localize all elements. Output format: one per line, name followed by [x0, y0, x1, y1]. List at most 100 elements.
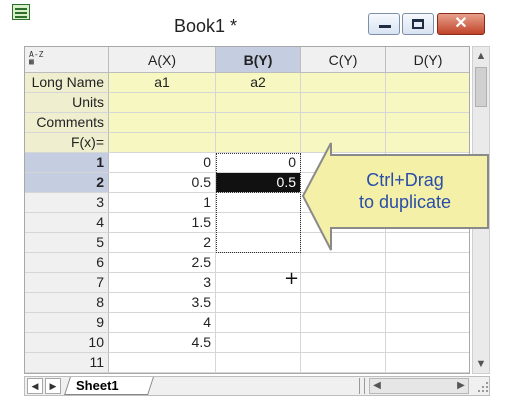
meta-cell[interactable] — [109, 113, 216, 133]
data-cell[interactable] — [216, 193, 301, 213]
data-cell[interactable]: 2.5 — [109, 253, 216, 273]
data-cell[interactable]: 1 — [109, 193, 216, 213]
callout-line-1: Ctrl+Drag — [366, 170, 444, 190]
meta-cell[interactable] — [109, 133, 216, 153]
data-cell[interactable]: 4.5 — [109, 333, 216, 353]
resize-grip-icon[interactable] — [477, 381, 489, 393]
horizontal-scrollbar[interactable]: ◀ ▶ — [369, 378, 469, 394]
data-cell[interactable] — [301, 333, 386, 353]
data-cell[interactable]: 0 — [109, 153, 216, 173]
book-window: Book1 * ✕ A-Z ▦ A(X) B(Y) C(Y) D(Y) Long Name… — [0, 0, 508, 409]
scroll-up-icon[interactable]: ▲ — [473, 47, 489, 65]
meta-cell[interactable] — [301, 113, 386, 133]
data-cell[interactable]: 0 — [216, 153, 301, 173]
meta-cell[interactable] — [216, 93, 301, 113]
data-cell[interactable]: 3 — [109, 273, 216, 293]
row-header[interactable]: 4 — [25, 213, 109, 233]
data-cell[interactable]: 1.5 — [109, 213, 216, 233]
callout-line-2: to duplicate — [358, 192, 452, 212]
meta-cell[interactable] — [386, 113, 469, 133]
meta-cell[interactable] — [216, 133, 301, 153]
data-cell[interactable]: 2 — [109, 233, 216, 253]
sheet-tab[interactable]: Sheet1 — [64, 377, 154, 395]
data-cell[interactable] — [301, 253, 386, 273]
scroll-down-icon[interactable]: ▼ — [473, 355, 489, 373]
meta-cell[interactable] — [301, 93, 386, 113]
window-title: Book1 * — [174, 16, 238, 36]
row-header[interactable]: 8 — [25, 293, 109, 313]
meta-cell[interactable] — [386, 73, 469, 93]
data-cell[interactable] — [386, 333, 469, 353]
data-cell[interactable] — [216, 353, 301, 373]
data-cell[interactable] — [301, 293, 386, 313]
meta-cell[interactable] — [301, 73, 386, 93]
row-header[interactable]: 5 — [25, 233, 109, 253]
data-cell[interactable] — [301, 313, 386, 333]
data-cell[interactable] — [301, 353, 386, 373]
meta-row-header[interactable]: F(x)= — [25, 133, 109, 153]
data-cell[interactable] — [216, 333, 301, 353]
data-cell[interactable] — [386, 233, 469, 253]
next-sheet-icon[interactable]: ▶ — [45, 378, 61, 394]
scroll-left-icon[interactable]: ◀ — [370, 379, 384, 393]
scroll-thumb[interactable] — [475, 67, 487, 107]
scroll-right-icon[interactable]: ▶ — [454, 379, 468, 393]
column-header[interactable]: C(Y) — [301, 47, 386, 73]
maximize-icon — [412, 19, 424, 29]
sheet-tab-bar: ◀ ▶ Sheet1 ◀ ▶ — [24, 376, 490, 396]
row-header[interactable]: 3 — [25, 193, 109, 213]
data-cell[interactable] — [386, 353, 469, 373]
minimize-icon — [379, 25, 391, 28]
column-header[interactable]: A(X) — [109, 47, 216, 73]
column-header[interactable]: B(Y) — [216, 47, 301, 73]
minimize-button[interactable] — [368, 13, 400, 35]
data-cell[interactable] — [216, 313, 301, 333]
sheet-grid-icon: A-Z ▦ — [29, 50, 44, 66]
data-cell[interactable] — [301, 233, 386, 253]
meta-cell[interactable] — [301, 133, 386, 153]
data-cell[interactable] — [386, 273, 469, 293]
meta-cell[interactable] — [386, 93, 469, 113]
meta-cell[interactable] — [386, 133, 469, 153]
row-header[interactable]: 2 — [25, 173, 109, 193]
title-bar[interactable]: Book1 * ✕ — [0, 0, 508, 40]
data-cell[interactable] — [216, 293, 301, 313]
data-cell[interactable] — [216, 213, 301, 233]
row-header[interactable]: 1 — [25, 153, 109, 173]
meta-cell[interactable] — [216, 113, 301, 133]
data-cell[interactable] — [301, 213, 386, 233]
row-header[interactable]: 10 — [25, 333, 109, 353]
data-cell[interactable] — [301, 273, 386, 293]
column-header[interactable]: D(Y) — [386, 47, 469, 73]
meta-cell[interactable]: a1 — [109, 73, 216, 93]
data-cell[interactable] — [386, 213, 469, 233]
data-cell[interactable]: 0.5 — [216, 173, 301, 193]
sheet-tab-label: Sheet1 — [76, 378, 119, 393]
prev-sheet-icon[interactable]: ◀ — [27, 378, 43, 394]
data-cell[interactable] — [386, 253, 469, 273]
row-header[interactable]: 6 — [25, 253, 109, 273]
meta-row-header[interactable]: Comments — [25, 113, 109, 133]
data-cell[interactable]: 4 — [109, 313, 216, 333]
callout-text: Ctrl+Drag to duplicate — [330, 169, 480, 213]
meta-cell[interactable]: a2 — [216, 73, 301, 93]
data-cell[interactable]: 3.5 — [109, 293, 216, 313]
crosshair-cursor-icon: + — [284, 268, 300, 289]
close-icon: ✕ — [454, 15, 468, 32]
data-cell[interactable]: 0.5 — [109, 173, 216, 193]
split-handle[interactable] — [359, 378, 365, 394]
row-header[interactable]: 7 — [25, 273, 109, 293]
data-cell[interactable] — [216, 233, 301, 253]
meta-cell[interactable] — [109, 93, 216, 113]
maximize-button[interactable] — [402, 13, 434, 35]
meta-row-header[interactable]: Units — [25, 93, 109, 113]
row-header[interactable]: 9 — [25, 313, 109, 333]
data-cell[interactable] — [386, 293, 469, 313]
row-header[interactable]: 11 — [25, 353, 109, 373]
close-button[interactable]: ✕ — [437, 13, 485, 35]
select-all-corner[interactable]: A-Z ▦ — [25, 47, 109, 73]
workbook-icon[interactable] — [12, 4, 30, 20]
meta-row-header[interactable]: Long Name — [25, 73, 109, 93]
data-cell[interactable] — [109, 353, 216, 373]
data-cell[interactable] — [386, 313, 469, 333]
